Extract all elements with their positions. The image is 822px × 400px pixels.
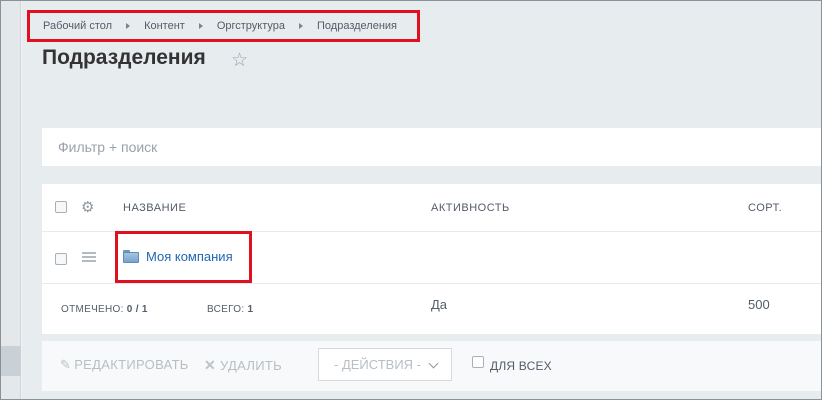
pencil-icon: ✎ bbox=[60, 357, 72, 372]
left-sidebar-strip bbox=[1, 1, 21, 399]
actions-select[interactable]: - ДЕЙСТВИЯ - bbox=[318, 348, 452, 381]
window-frame: Рабочий стол Контент Оргструктура Подраз… bbox=[0, 0, 822, 400]
total-value: 1 bbox=[247, 304, 254, 315]
filter-search-input[interactable]: Фильтр + поиск bbox=[42, 128, 821, 166]
menu-icon[interactable] bbox=[82, 252, 96, 262]
edit-label: РЕДАКТИРОВАТЬ bbox=[74, 357, 189, 372]
delete-label: УДАЛИТЬ bbox=[220, 358, 282, 373]
breadcrumb-org-structure[interactable]: Оргструктура bbox=[217, 20, 285, 32]
for-all-checkbox[interactable] bbox=[472, 356, 484, 368]
delete-button[interactable]: ✕ УДАЛИТЬ bbox=[204, 357, 282, 374]
chevron-down-icon bbox=[428, 358, 439, 369]
select-all-checkbox[interactable] bbox=[55, 201, 67, 213]
breadcrumb-desktop[interactable]: Рабочий стол bbox=[43, 20, 112, 32]
breadcrumb-separator-icon bbox=[299, 23, 303, 29]
page-title: Подразделения bbox=[42, 46, 206, 69]
marked-count: ОТМЕЧЕНО: 0 / 1 bbox=[61, 304, 148, 315]
breadcrumb-content[interactable]: Контент bbox=[144, 20, 185, 32]
folder-icon bbox=[123, 250, 139, 263]
main-content: Рабочий стол Контент Оргструктура Подраз… bbox=[22, 1, 821, 399]
table-footer: ОТМЕЧЕНО: 0 / 1 ВСЕГО: 1 bbox=[42, 284, 821, 334]
actions-bar: ✎ РЕДАКТИРОВАТЬ ✕ УДАЛИТЬ - ДЕЙСТВИЯ - ДЛЯ… bbox=[42, 341, 821, 391]
column-header-name[interactable]: НАЗВАНИЕ bbox=[123, 202, 186, 214]
column-header-sort[interactable]: СОРТ. bbox=[748, 202, 782, 214]
sidebar-strip-marker bbox=[1, 346, 21, 376]
data-grid: ⚙ НАЗВАНИЕ АКТИВНОСТЬ СОРТ. Да 500 Моя к… bbox=[42, 184, 821, 334]
star-icon[interactable]: ☆ bbox=[231, 51, 248, 70]
total-count: ВСЕГО: 1 bbox=[207, 304, 253, 315]
breadcrumb: Рабочий стол Контент Оргструктура Подраз… bbox=[27, 10, 420, 42]
row-checkbox[interactable] bbox=[55, 253, 67, 265]
marked-value: 0 / 1 bbox=[126, 304, 148, 315]
breadcrumb-departments[interactable]: Подразделения bbox=[317, 20, 397, 32]
x-icon: ✕ bbox=[204, 357, 217, 373]
column-header-active[interactable]: АКТИВНОСТЬ bbox=[431, 202, 510, 214]
total-label: ВСЕГО: bbox=[207, 304, 245, 315]
for-all-label: ДЛЯ ВСЕХ bbox=[490, 359, 552, 373]
breadcrumb-separator-icon bbox=[198, 23, 203, 29]
breadcrumb-separator-icon bbox=[126, 23, 131, 29]
table-header-row: ⚙ НАЗВАНИЕ АКТИВНОСТЬ СОРТ. bbox=[42, 184, 821, 232]
edit-button[interactable]: ✎ РЕДАКТИРОВАТЬ bbox=[60, 357, 189, 373]
company-name-link[interactable]: Моя компания bbox=[146, 249, 233, 264]
actions-select-value: - ДЕЙСТВИЯ - bbox=[334, 357, 422, 372]
marked-label: ОТМЕЧЕНО: bbox=[61, 304, 124, 315]
gear-icon[interactable]: ⚙ bbox=[81, 198, 94, 216]
